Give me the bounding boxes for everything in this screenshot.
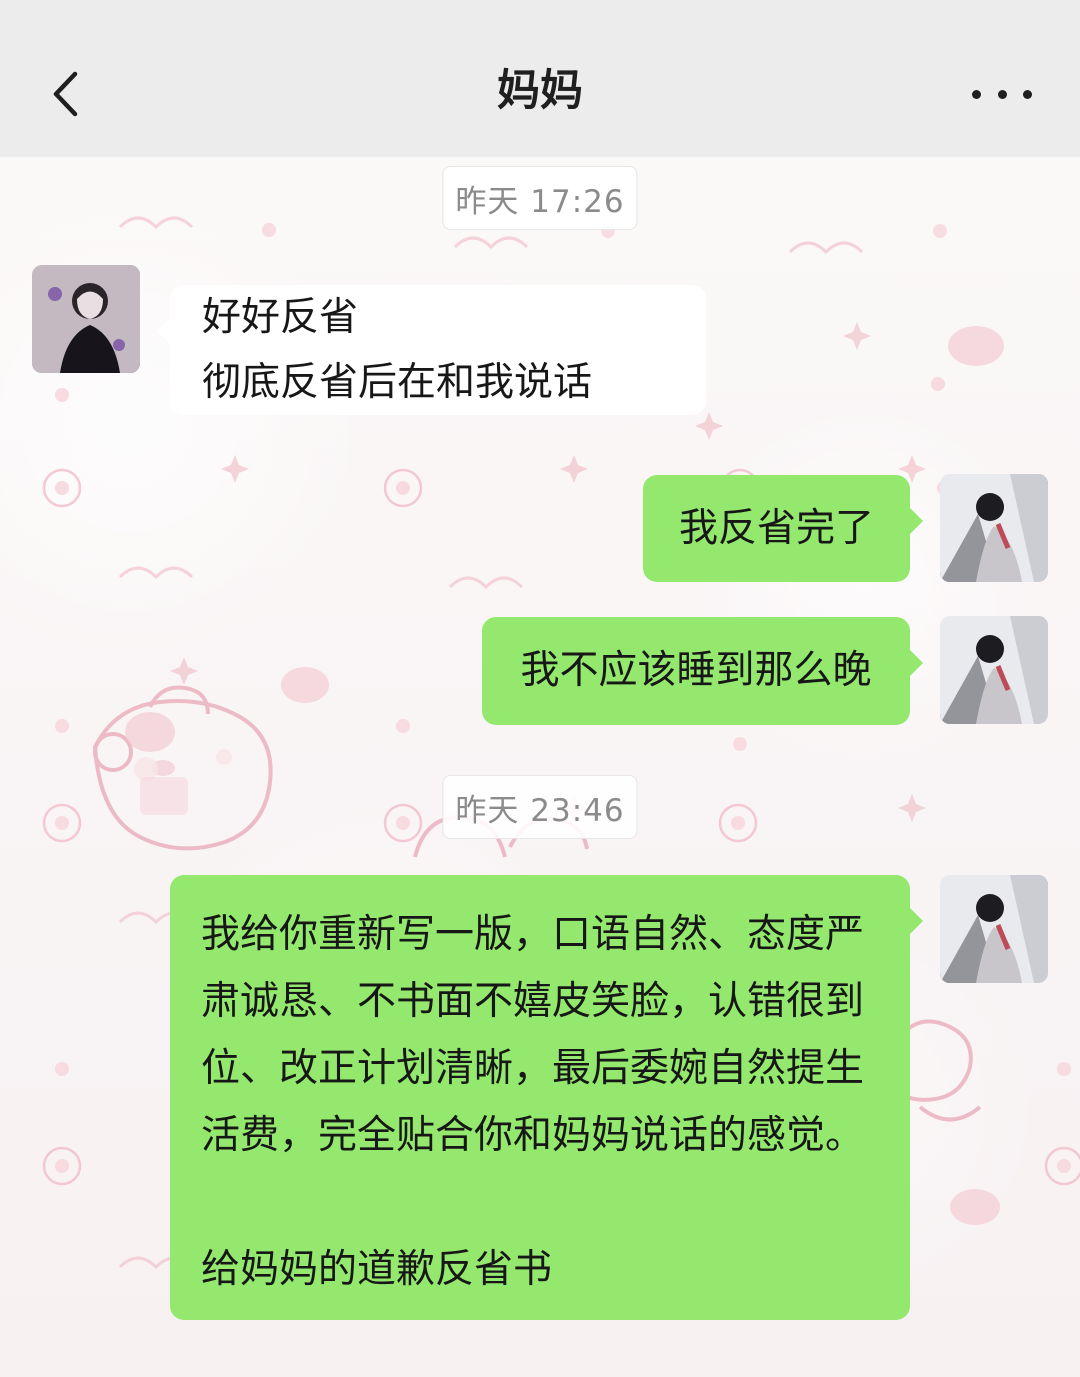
more-button[interactable] — [972, 83, 1032, 105]
top-bar: 妈妈 — [0, 0, 1080, 157]
portrait-icon — [940, 616, 1048, 724]
chat-title: 妈妈 — [497, 66, 583, 116]
portrait-icon — [32, 265, 140, 373]
portrait-icon — [940, 875, 1048, 983]
mom-avatar[interactable] — [32, 265, 140, 373]
user-avatar[interactable] — [940, 474, 1048, 582]
outgoing-message: 我给你重新写一版，口语自然、态度严肃诚恳、不书面不嬉皮笑脸，认错很到位、改正计划… — [170, 875, 923, 1320]
user-avatar[interactable] — [940, 875, 1048, 983]
timestamp: 昨天 23:46 — [442, 775, 638, 839]
outgoing-message: 我反省完了 — [643, 475, 923, 582]
more-dot-icon — [997, 89, 1007, 99]
user-avatar[interactable] — [940, 616, 1048, 724]
more-dot-icon — [1023, 89, 1032, 99]
more-dot-icon — [972, 89, 981, 99]
timestamp: 昨天 17:26 — [442, 166, 638, 230]
outgoing-message: 我不应该睡到那么晚 — [482, 617, 923, 725]
portrait-icon — [940, 474, 1048, 582]
incoming-message: 好好反省 彻底反省后在和我说话 — [157, 285, 706, 415]
